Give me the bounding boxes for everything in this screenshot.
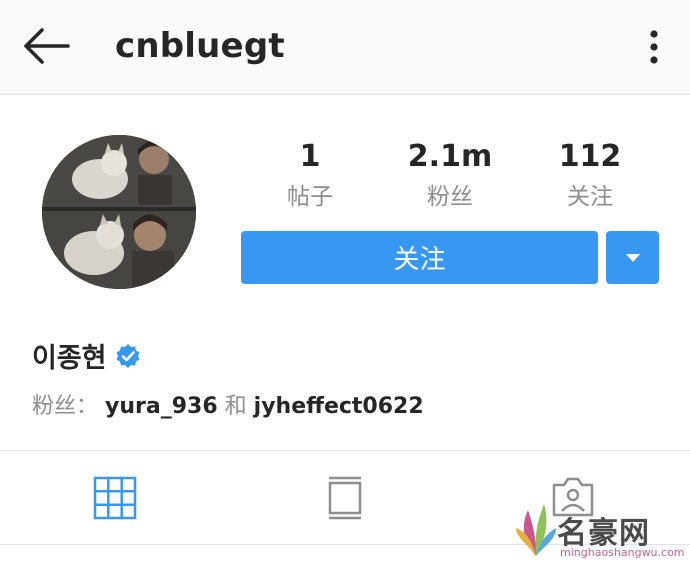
posts-count: 1 — [299, 139, 321, 174]
more-options-button[interactable] — [636, 24, 672, 70]
profile-photo — [42, 135, 196, 289]
display-name-row: 이종현 — [32, 336, 141, 375]
tab-grid[interactable] — [90, 473, 140, 523]
watermark-url: minghaoshangwu.com — [560, 546, 685, 559]
site-watermark: 名豪网 minghaoshangwu.com — [512, 492, 685, 568]
profile-avatar[interactable] — [42, 135, 196, 289]
follower-account-link-2[interactable]: jyheffect0622 — [254, 394, 424, 419]
feed-icon — [328, 476, 362, 520]
watermark-logo-icon — [516, 504, 556, 556]
followed-by-line: 粉丝： yura_936 和 jyheffect0622 — [32, 388, 424, 420]
follower-account-link-1[interactable]: yura_936 — [105, 394, 218, 419]
top-bar: cnbluegt — [0, 0, 690, 95]
followed-by-connector: 和 — [224, 394, 247, 419]
suggestions-dropdown-button[interactable] — [606, 231, 659, 284]
display-name: 이종현 — [32, 343, 107, 374]
grid-icon — [93, 476, 137, 520]
arrow-left-icon — [24, 28, 70, 64]
posts-stat[interactable]: 1 帖子 — [250, 138, 370, 214]
followers-count: 2.1m — [407, 139, 493, 174]
following-stat[interactable]: 112 关注 — [530, 138, 650, 214]
verified-badge-icon — [115, 343, 141, 369]
following-count: 112 — [558, 139, 622, 174]
followers-label: 粉丝 — [427, 184, 473, 210]
followed-by-prefix: 粉丝： — [32, 394, 99, 419]
vertical-dots-icon — [650, 30, 658, 64]
followers-stat[interactable]: 2.1m 粉丝 — [390, 138, 510, 214]
following-label: 关注 — [567, 184, 613, 210]
tab-feed[interactable] — [320, 473, 370, 523]
caret-down-icon — [625, 253, 640, 262]
profile-username: cnbluegt — [115, 26, 285, 66]
posts-label: 帖子 — [287, 184, 333, 210]
follow-button[interactable]: 关注 — [241, 231, 598, 284]
back-button[interactable] — [18, 22, 74, 70]
